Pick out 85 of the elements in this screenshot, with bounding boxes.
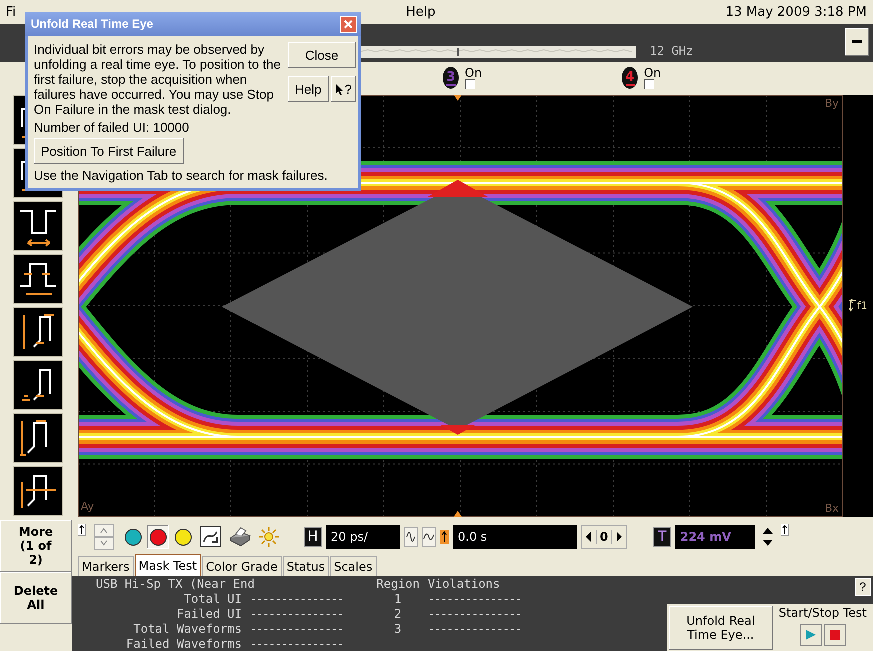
menu-item[interactable]: Help	[406, 4, 436, 20]
row-label: Total Waveforms	[132, 622, 242, 637]
leader-dashes: ---------------	[250, 607, 344, 622]
horizontal-label: H	[304, 527, 322, 547]
tab[interactable]: Markers	[78, 556, 134, 576]
minimize-icon	[852, 40, 862, 44]
marker-label: f1	[858, 300, 868, 312]
position-button[interactable]: Position To First Failure	[34, 138, 184, 164]
menu-item[interactable]: Fi	[6, 4, 16, 20]
start-button[interactable]	[800, 624, 822, 646]
leader-dashes: ---------------	[250, 592, 344, 607]
bandwidth-label: 12 GHz	[650, 44, 694, 58]
region-number: 2	[393, 607, 403, 622]
stop-icon	[830, 630, 840, 640]
side-button[interactable]: More (1 of 2)	[0, 520, 72, 572]
channel-label: On	[644, 67, 662, 79]
stop-button[interactable]	[824, 624, 846, 646]
measurement-button[interactable]	[13, 413, 63, 463]
close-icon	[344, 20, 353, 28]
dialog-title: Unfold Real Time Eye	[31, 17, 154, 31]
violations-value: ---------------	[428, 622, 522, 637]
failed-ui-count: Number of failed UI: 10000	[34, 120, 190, 135]
measurement-button[interactable]	[13, 466, 63, 516]
wave-icon[interactable]	[404, 527, 418, 547]
minimize-button[interactable]	[845, 28, 869, 56]
trigger-marker	[454, 95, 462, 101]
dialog-hint: Use the Navigation Tab to search for mask failures.	[34, 168, 328, 183]
mask-test-title: USB Hi-Sp TX (Near End	[95, 577, 256, 592]
leader-dashes: ---------------	[250, 637, 344, 651]
measurement-button[interactable]	[13, 307, 63, 357]
measurement-button[interactable]	[13, 254, 63, 304]
measurement-button[interactable]	[13, 201, 63, 251]
row-label: Failed Waveforms	[125, 637, 242, 651]
autoscale-icon[interactable]	[200, 526, 222, 548]
trigger-marker	[454, 511, 462, 517]
up-down-icon	[94, 524, 114, 550]
tab[interactable]: Scales	[330, 556, 377, 576]
marker-label: Bx	[824, 502, 839, 515]
marker-label: By	[824, 97, 839, 110]
region-number: 1	[393, 592, 403, 607]
trigger-label: T	[653, 527, 672, 547]
play-icon	[804, 629, 817, 641]
channel-badge[interactable]: 4	[622, 67, 638, 89]
pointer-icon	[334, 82, 344, 96]
delay-marker-icon	[440, 530, 449, 544]
measurement-button[interactable]	[13, 360, 63, 410]
row-label: Failed UI	[176, 607, 242, 622]
trigger-level-field[interactable]: 224 mV	[675, 525, 756, 549]
help-button[interactable]: Help	[288, 76, 329, 102]
channel-checkbox[interactable]	[644, 79, 654, 89]
unfold-button[interactable]: Unfold Real Time Eye...	[668, 606, 773, 650]
wave-icon[interactable]	[422, 527, 436, 547]
whats-this-button[interactable]: ?	[330, 76, 356, 102]
delay-field[interactable]: 0.0 s	[453, 525, 577, 549]
dialog-message: Individual bit errors may be observed by unfolding a real time eye. To position to the first failure, stop the acquisition when failures have occurred. You may use Stop On Failure in the mask test dialog.	[34, 42, 282, 117]
close-button[interactable]	[340, 16, 357, 32]
violations-value: ---------------	[428, 592, 522, 607]
start-stop-label: Start/Stop Test	[778, 606, 867, 620]
sun-icon[interactable]	[258, 526, 280, 548]
tab[interactable]: Color Grade	[202, 556, 282, 576]
channel-checkbox[interactable]	[465, 79, 475, 89]
tab[interactable]: Mask Test	[134, 554, 202, 576]
failure-marker	[440, 425, 476, 435]
time-scale-field[interactable]: 20 ps/	[326, 525, 400, 549]
marker-label: Ay	[81, 500, 94, 513]
navigation-value: 0	[596, 530, 612, 544]
column-header: Violations	[428, 577, 502, 592]
help-button[interactable]: ?	[855, 578, 871, 596]
channel-label: On	[465, 67, 482, 79]
spinner-button[interactable]	[94, 524, 114, 550]
date-time: 13 May 2009 3:18 PM	[726, 4, 867, 20]
level-marker-icon	[848, 299, 857, 313]
close-button[interactable]: Close	[288, 42, 356, 68]
marker-arrow-icon	[78, 524, 86, 536]
color-button[interactable]	[147, 525, 169, 549]
printer-icon[interactable]	[228, 526, 252, 548]
marker-arrow-icon	[781, 524, 790, 536]
row-label: Total UI	[183, 592, 242, 607]
failure-marker	[428, 180, 488, 197]
side-button[interactable]: Delete All	[0, 572, 72, 624]
region-number: 3	[393, 622, 403, 637]
tab[interactable]: Status	[282, 556, 330, 576]
leader-dashes: ---------------	[250, 622, 344, 637]
column-header: Region	[376, 577, 420, 592]
violations-value: ---------------	[428, 607, 522, 622]
